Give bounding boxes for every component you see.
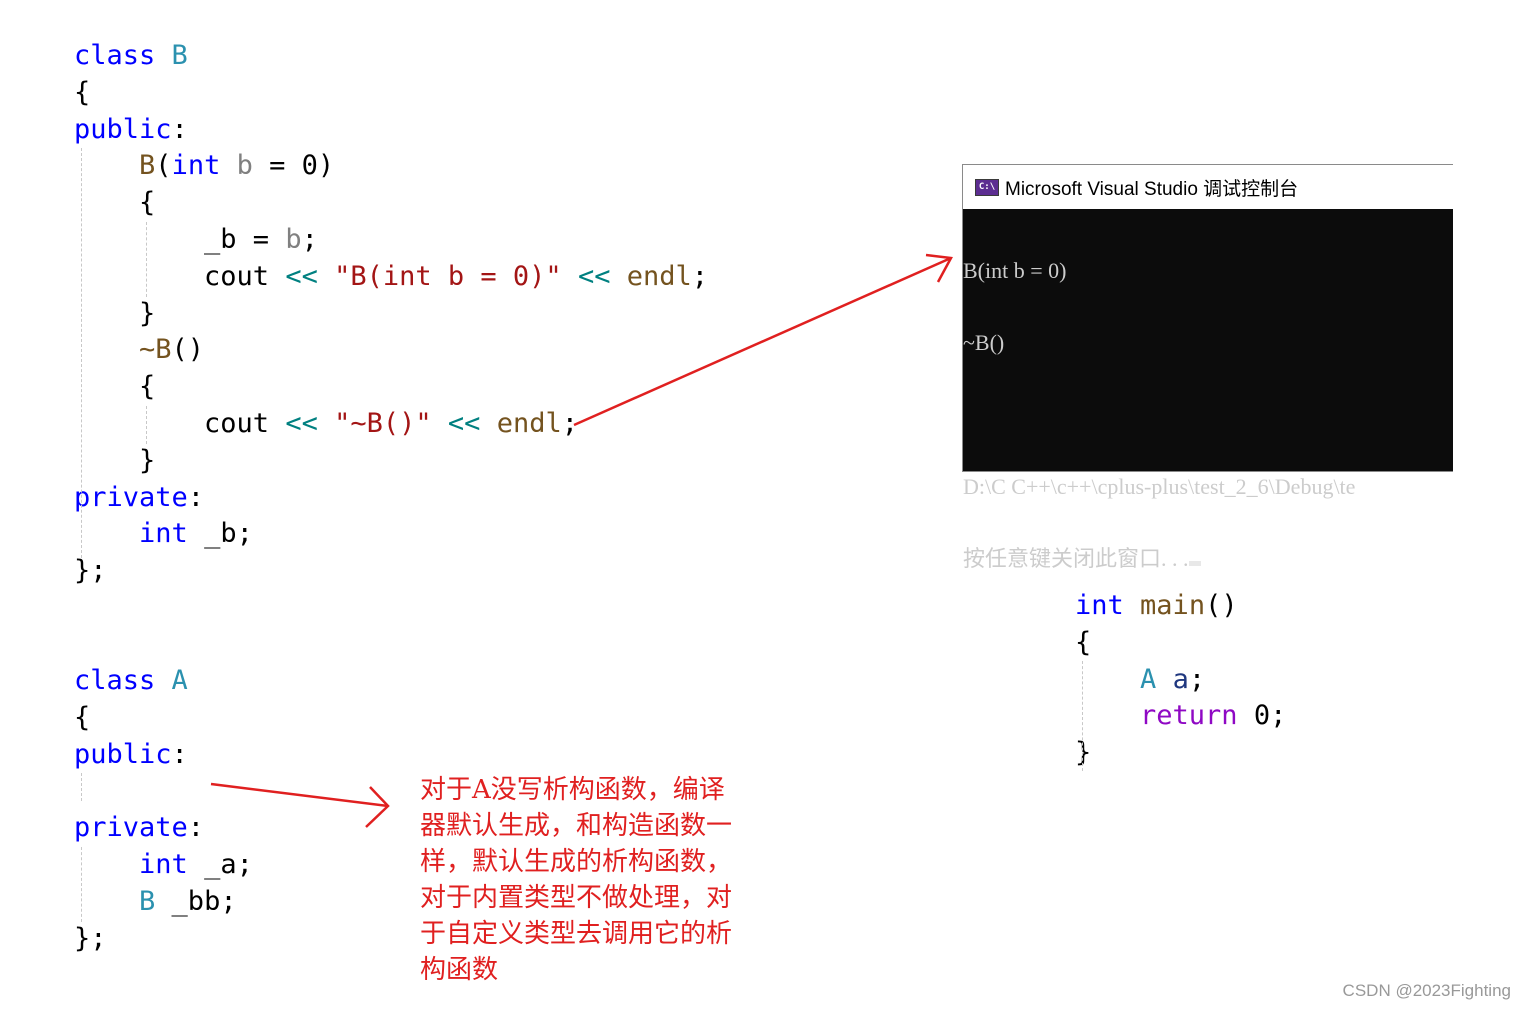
arrow-to-console bbox=[573, 253, 953, 427]
annotation-arrows bbox=[210, 253, 953, 828]
arrow-to-note bbox=[210, 782, 390, 828]
